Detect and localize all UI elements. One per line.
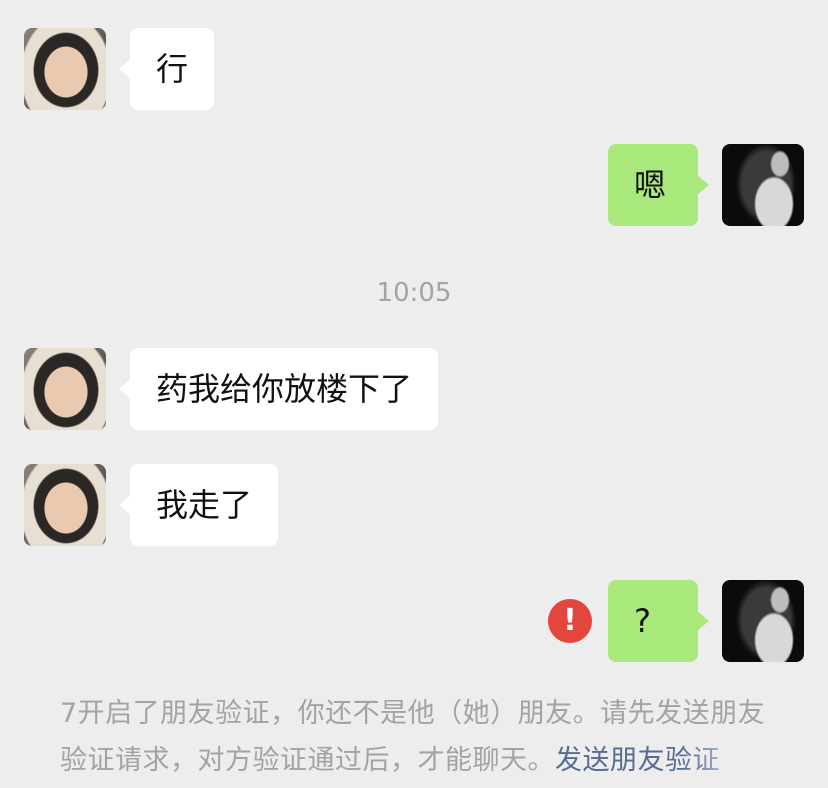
contact-avatar[interactable] (24, 28, 106, 110)
system-notice: 7开启了朋友验证，你还不是他（她）朋友。请先发送朋友验证请求，对方验证通过后，才… (60, 690, 780, 784)
contact-avatar[interactable] (24, 464, 106, 546)
message-bubble[interactable]: 药我给你放楼下了 (118, 348, 439, 430)
my-avatar[interactable] (722, 580, 804, 662)
contact-avatar[interactable] (24, 348, 106, 430)
message-bubble[interactable]: ? (608, 580, 709, 662)
message-bubble[interactable]: 我走了 (118, 464, 279, 546)
my-avatar[interactable] (722, 144, 804, 226)
message-bubble[interactable]: 行 (118, 28, 215, 110)
message-timestamp: 10:05 (376, 278, 452, 308)
message-bubble[interactable]: 嗯 (608, 144, 709, 226)
watermark-fade (680, 740, 828, 788)
send-failed-icon[interactable]: ! (548, 599, 592, 643)
